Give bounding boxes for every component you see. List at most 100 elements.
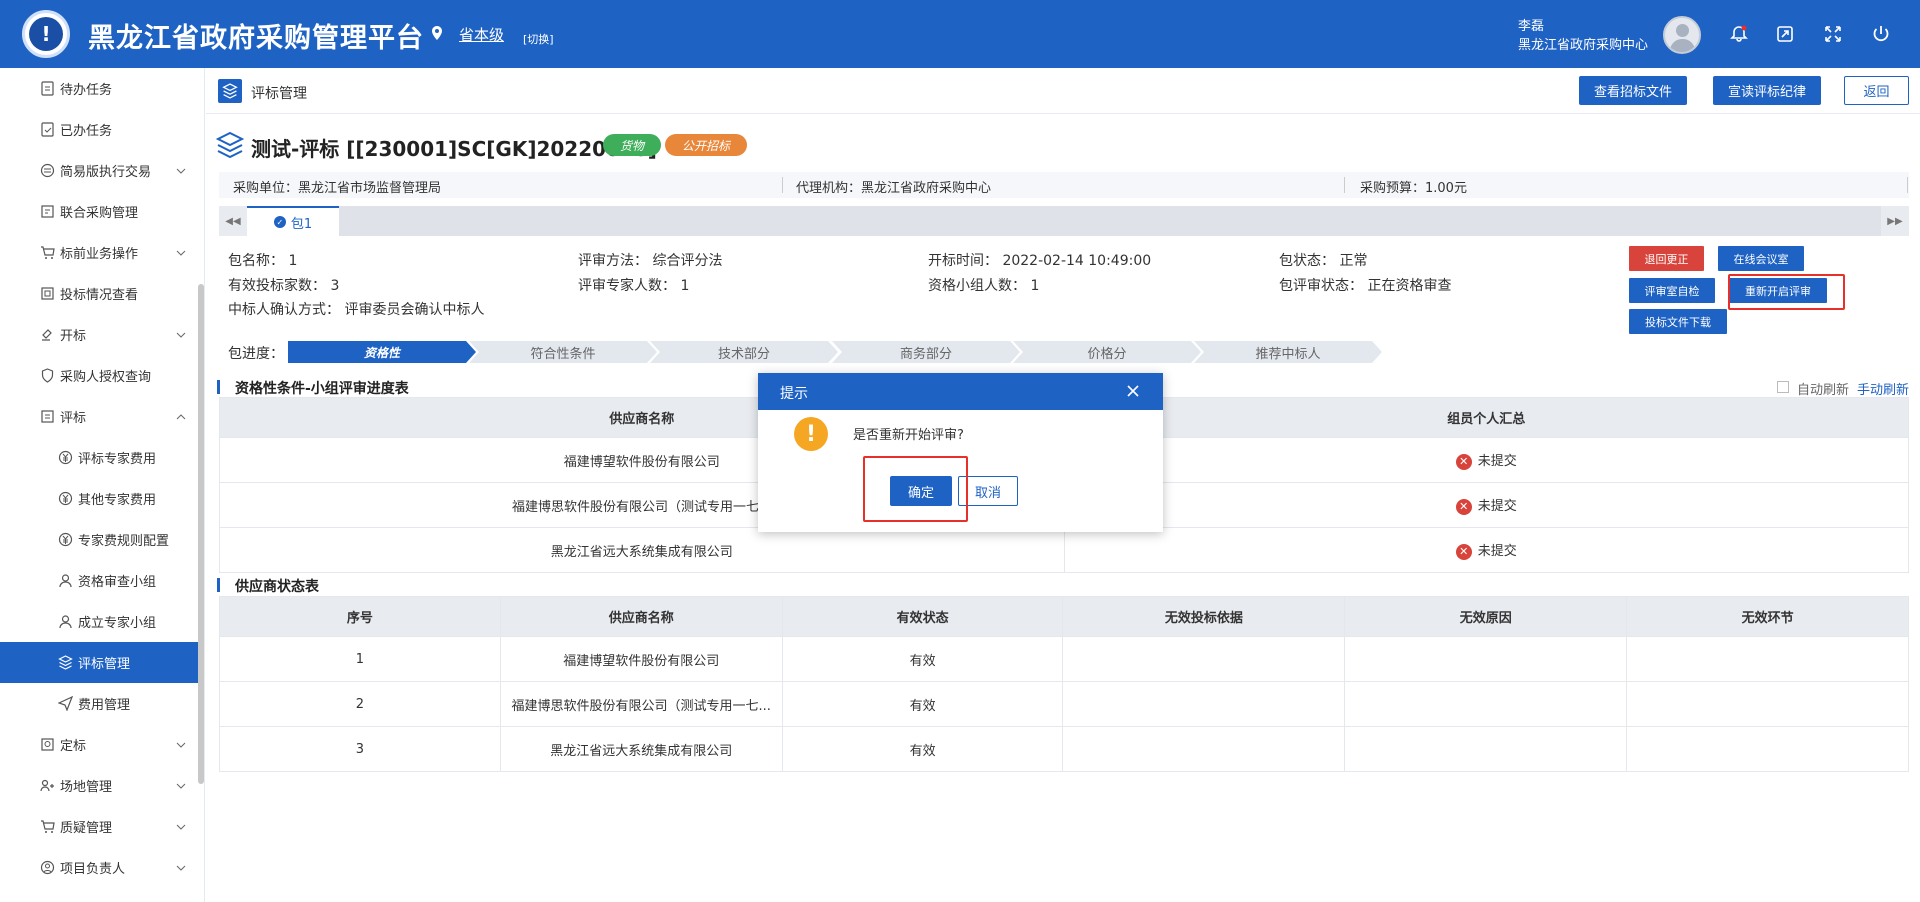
close-icon[interactable] xyxy=(1124,382,1142,400)
chevron-down-icon xyxy=(176,865,186,871)
sidebar-item-label: 评标管理 xyxy=(78,657,131,672)
auto-refresh-checkbox[interactable] xyxy=(1777,381,1789,393)
switch-region-link[interactable]: [切换] xyxy=(523,31,554,47)
sidebar-item-label: 场地管理 xyxy=(60,780,113,795)
sidebar-item-bid-view[interactable]: 投标情况查看 xyxy=(0,273,198,314)
region-link[interactable]: 省本级 xyxy=(459,24,504,45)
read-rules-button[interactable]: 宣读评标纪律 xyxy=(1713,76,1821,105)
progress-steps: 资格性 符合性条件 技术部分 商务部分 价格分 推荐中标人 xyxy=(288,341,1382,363)
budget-text: 采购预算：1.00元 xyxy=(1360,181,1467,196)
tab-next-arrow-icon[interactable]: ▶▶ xyxy=(1881,206,1909,236)
sidebar-item-label: 联合采购管理 xyxy=(60,206,139,221)
user-name: 李磊 xyxy=(1518,19,1545,34)
x-circle-icon: ✕ xyxy=(1455,543,1472,560)
sidebar-item-purchaser-auth[interactable]: 采购人授权查询 xyxy=(0,355,198,396)
col-header: 无效环节 xyxy=(1626,596,1909,637)
step-commercial[interactable]: 商务部分 xyxy=(832,341,1020,363)
sidebar-item-label: 成立专家小组 xyxy=(78,616,157,631)
sidebar-item-label: 简易版执行交易 xyxy=(60,165,152,180)
sidebar-item-todo[interactable]: 待办任务 xyxy=(0,68,198,109)
divider xyxy=(1907,177,1908,193)
step-technical[interactable]: 技术部分 xyxy=(650,341,838,363)
page-title: 评标管理 xyxy=(251,86,307,102)
divider xyxy=(782,177,783,193)
cart-icon xyxy=(41,246,55,259)
sidebar-item-label: 费用管理 xyxy=(78,698,131,713)
step-compliance[interactable]: 符合性条件 xyxy=(469,341,657,363)
warning-icon: ! xyxy=(794,417,828,451)
layers-icon xyxy=(218,79,242,103)
package-tabs: ◀◀ ✓ 包1 ▶▶ xyxy=(219,206,1909,236)
task-icon xyxy=(41,81,54,96)
sidebar-item-fee-management[interactable]: 费用管理 xyxy=(0,683,198,724)
back-button[interactable]: 返回 xyxy=(1844,76,1909,105)
fullscreen-icon[interactable] xyxy=(1823,24,1843,44)
sidebar-item-evaluation[interactable]: 评标 xyxy=(0,396,198,437)
chevron-up-icon xyxy=(176,413,186,419)
sidebar-item-expert-group[interactable]: 成立专家小组 xyxy=(0,601,198,642)
review-method: 评审方法： 综合评分法 xyxy=(578,253,723,269)
evaluate-icon xyxy=(41,410,54,423)
expert-count: 评审专家人数： 1 xyxy=(578,278,690,294)
sidebar-item-venue[interactable]: 场地管理 xyxy=(0,765,198,806)
status-text: 未提交 xyxy=(1477,454,1517,470)
sidebar-item-pre-bid[interactable]: 标前业务操作 xyxy=(0,232,198,273)
valid-status: 有效 xyxy=(781,636,1064,682)
room-self-check-button[interactable]: 评审室自检 xyxy=(1629,278,1715,303)
sidebar-item-joint-purchase[interactable]: 联合采购管理 xyxy=(0,191,198,232)
tab-package-1[interactable]: ✓ 包1 xyxy=(247,206,339,236)
sidebar-item-eval-management[interactable]: 评标管理 xyxy=(0,642,198,683)
sidebar-item-fee-rules[interactable]: 专家费规则配置 xyxy=(0,519,198,560)
chevron-down-icon xyxy=(176,332,186,338)
gavel-icon xyxy=(42,329,52,341)
step-qualification[interactable]: 资格性 xyxy=(288,341,476,363)
sidebar-item-label: 待办任务 xyxy=(60,83,113,98)
sidebar-item-other-expert-fee[interactable]: 其他专家费用 xyxy=(0,478,198,519)
exchange-icon xyxy=(40,163,55,178)
online-meeting-button[interactable]: 在线会议室 xyxy=(1718,246,1804,271)
sidebar-item-simple-trade[interactable]: 简易版执行交易 xyxy=(0,150,198,191)
sidebar-item-expert-fee[interactable]: 评标专家费用 xyxy=(0,437,198,478)
view-bid-doc-button[interactable]: 查看招标文件 xyxy=(1579,76,1687,105)
sidebar-item-label: 质疑管理 xyxy=(60,821,113,836)
sidebar-item-award[interactable]: 定标 xyxy=(0,724,198,765)
person-icon xyxy=(40,860,55,875)
package-name: 包名称： 1 xyxy=(228,253,298,269)
bell-icon[interactable] xyxy=(1729,24,1749,44)
col-header: 无效原因 xyxy=(1344,596,1628,637)
progress-label: 包进度： xyxy=(228,346,284,362)
emblem-logo: ! xyxy=(22,10,70,58)
sidebar-item-label: 项目负责人 xyxy=(60,862,126,877)
manual-refresh-link[interactable]: 手动刷新 xyxy=(1857,379,1909,398)
supplier-name: 福建博望软件股份有限公司 xyxy=(499,636,783,682)
award-icon xyxy=(41,738,54,751)
review-status: 包评审状态： 正在资格审查 xyxy=(1279,278,1452,294)
sidebar-item-label: 开标 xyxy=(60,329,87,344)
col-header: 组员个人汇总 xyxy=(1063,397,1909,438)
row-number: 2 xyxy=(219,681,501,727)
sidebar-item-question[interactable]: 质疑管理 xyxy=(0,806,198,847)
return-correction-button[interactable]: 退回更正 xyxy=(1629,246,1704,271)
screen-share-icon[interactable] xyxy=(1775,24,1795,44)
sidebar-item-label: 评标专家费用 xyxy=(78,452,157,467)
tab-prev-arrow-icon[interactable]: ◀◀ xyxy=(219,206,247,236)
sidebar-item-bid-opening[interactable]: 开标 xyxy=(0,314,198,355)
avatar[interactable] xyxy=(1663,16,1701,54)
supplier-status-table: 序号 供应商名称 有效状态 无效投标依据 无效原因 无效环节 1 福建博望软件股… xyxy=(219,596,1909,772)
step-price[interactable]: 价格分 xyxy=(1013,341,1201,363)
power-icon[interactable] xyxy=(1871,24,1891,44)
status-text: 未提交 xyxy=(1477,499,1517,515)
chevron-down-icon xyxy=(176,168,186,174)
sidebar-item-project-lead[interactable]: 项目负责人 xyxy=(0,847,198,888)
sidebar-item-qual-group[interactable]: 资格审查小组 xyxy=(0,560,198,601)
download-bid-files-button[interactable]: 投标文件下载 xyxy=(1629,309,1727,334)
step-recommend[interactable]: 推荐中标人 xyxy=(1194,341,1382,363)
sidebar-scrollbar[interactable] xyxy=(198,284,204,784)
yen-icon xyxy=(58,491,73,506)
divider xyxy=(1344,177,1345,193)
member-summary: ✕ 未提交 xyxy=(1063,437,1909,483)
section-marker xyxy=(217,578,220,592)
project-title: 测试-评标 [[230001]SC[GK]20220018] xyxy=(251,137,657,161)
status-text: 未提交 xyxy=(1477,544,1517,560)
sidebar-item-done[interactable]: 已办任务 xyxy=(0,109,198,150)
